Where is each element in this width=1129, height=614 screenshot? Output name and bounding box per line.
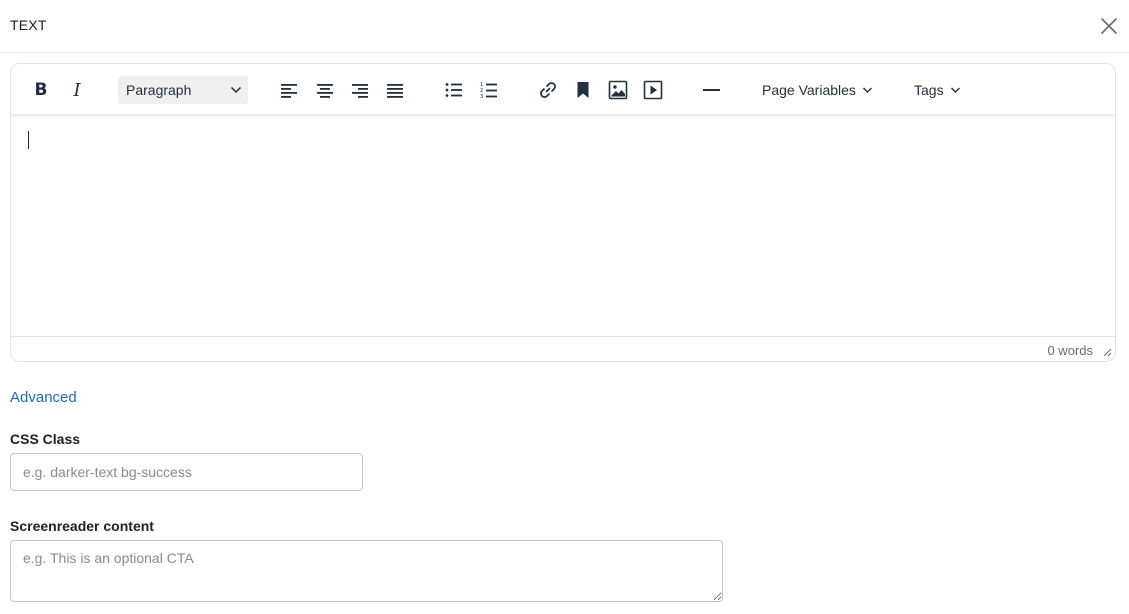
tags-menu[interactable]: Tags [914, 76, 961, 104]
chevron-down-icon [950, 87, 960, 93]
align-right-button[interactable] [348, 76, 372, 104]
media-button[interactable] [641, 76, 665, 104]
screenreader-content-textarea[interactable] [10, 540, 723, 602]
link-button[interactable] [536, 76, 560, 104]
image-icon [608, 80, 628, 100]
italic-button[interactable]: I [65, 76, 89, 104]
text-cursor [28, 131, 29, 149]
align-center-button[interactable] [313, 76, 337, 104]
editor-content-area[interactable] [11, 114, 1115, 337]
align-justify-button[interactable] [383, 76, 407, 104]
tags-label: Tags [914, 82, 944, 98]
horizontal-line-icon [703, 89, 720, 91]
horizontal-line-button[interactable] [700, 76, 724, 104]
rich-text-editor: B I Paragraph 1 2 3 Page Variables Tags … [10, 63, 1116, 362]
bullet-list-icon [445, 83, 462, 97]
page-variables-menu[interactable]: Page Variables [762, 76, 873, 104]
align-left-icon [281, 84, 297, 98]
link-icon [540, 82, 556, 98]
close-icon [1101, 18, 1117, 34]
bookmark-button[interactable] [571, 76, 595, 104]
block-format-select[interactable]: Paragraph [118, 76, 248, 104]
word-count: 0 words [1047, 343, 1093, 358]
dialog-title: TEXT [10, 17, 47, 33]
css-class-label: CSS Class [10, 431, 81, 447]
block-format-value: Paragraph [126, 82, 192, 98]
dialog-header: TEXT [0, 0, 1129, 53]
editor-statusbar: 0 words [11, 336, 1115, 361]
align-justify-icon [387, 84, 403, 98]
align-left-button[interactable] [277, 76, 301, 104]
editor-toolbar: B I Paragraph 1 2 3 Page Variables Tags [11, 64, 1115, 114]
advanced-link[interactable]: Advanced [10, 389, 77, 406]
bookmark-icon [577, 82, 589, 98]
screenreader-content-label: Screenreader content [10, 518, 154, 534]
bullet-list-button[interactable] [442, 76, 466, 104]
close-button[interactable] [1098, 15, 1120, 37]
resize-handle-icon[interactable] [1103, 348, 1112, 357]
bold-button[interactable]: B [29, 76, 53, 104]
align-right-icon [352, 84, 368, 98]
image-button[interactable] [606, 76, 630, 104]
css-class-input[interactable] [10, 453, 363, 491]
page-variables-label: Page Variables [762, 82, 856, 98]
svg-text:3: 3 [480, 94, 483, 99]
numbered-list-icon: 1 2 3 [480, 82, 497, 99]
chevron-down-icon [862, 87, 872, 93]
numbered-list-button[interactable]: 1 2 3 [477, 76, 501, 104]
media-icon [643, 80, 663, 100]
chevron-down-icon [230, 86, 242, 94]
align-center-icon [317, 84, 333, 98]
